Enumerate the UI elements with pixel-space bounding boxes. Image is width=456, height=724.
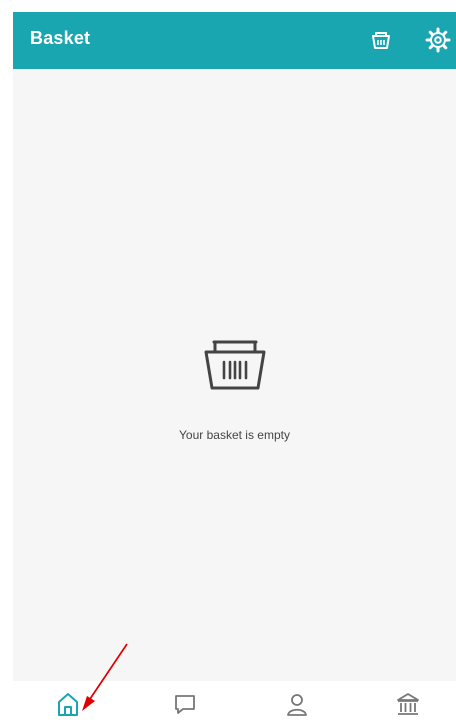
bank-icon — [397, 693, 419, 715]
tab-messages[interactable] — [145, 682, 225, 724]
gear-icon[interactable] — [424, 26, 452, 54]
bottom-tab-bar — [13, 682, 456, 724]
page-title: Basket — [30, 28, 91, 48]
person-icon — [287, 694, 307, 716]
basket-icon — [204, 340, 265, 390]
app-header: Basket — [13, 12, 456, 69]
empty-state: Your basket is empty — [13, 334, 456, 442]
phone-screen: Basket Your basket is empty — [0, 0, 456, 724]
tab-home[interactable] — [28, 682, 108, 724]
home-icon — [58, 693, 78, 716]
chat-bubble-icon — [175, 695, 195, 714]
basket-page: Basket Your basket is empty — [13, 12, 456, 681]
basket-icon[interactable] — [367, 26, 395, 54]
empty-message: Your basket is empty — [179, 428, 290, 442]
tab-bank[interactable] — [368, 682, 448, 724]
tab-profile[interactable] — [257, 682, 337, 724]
